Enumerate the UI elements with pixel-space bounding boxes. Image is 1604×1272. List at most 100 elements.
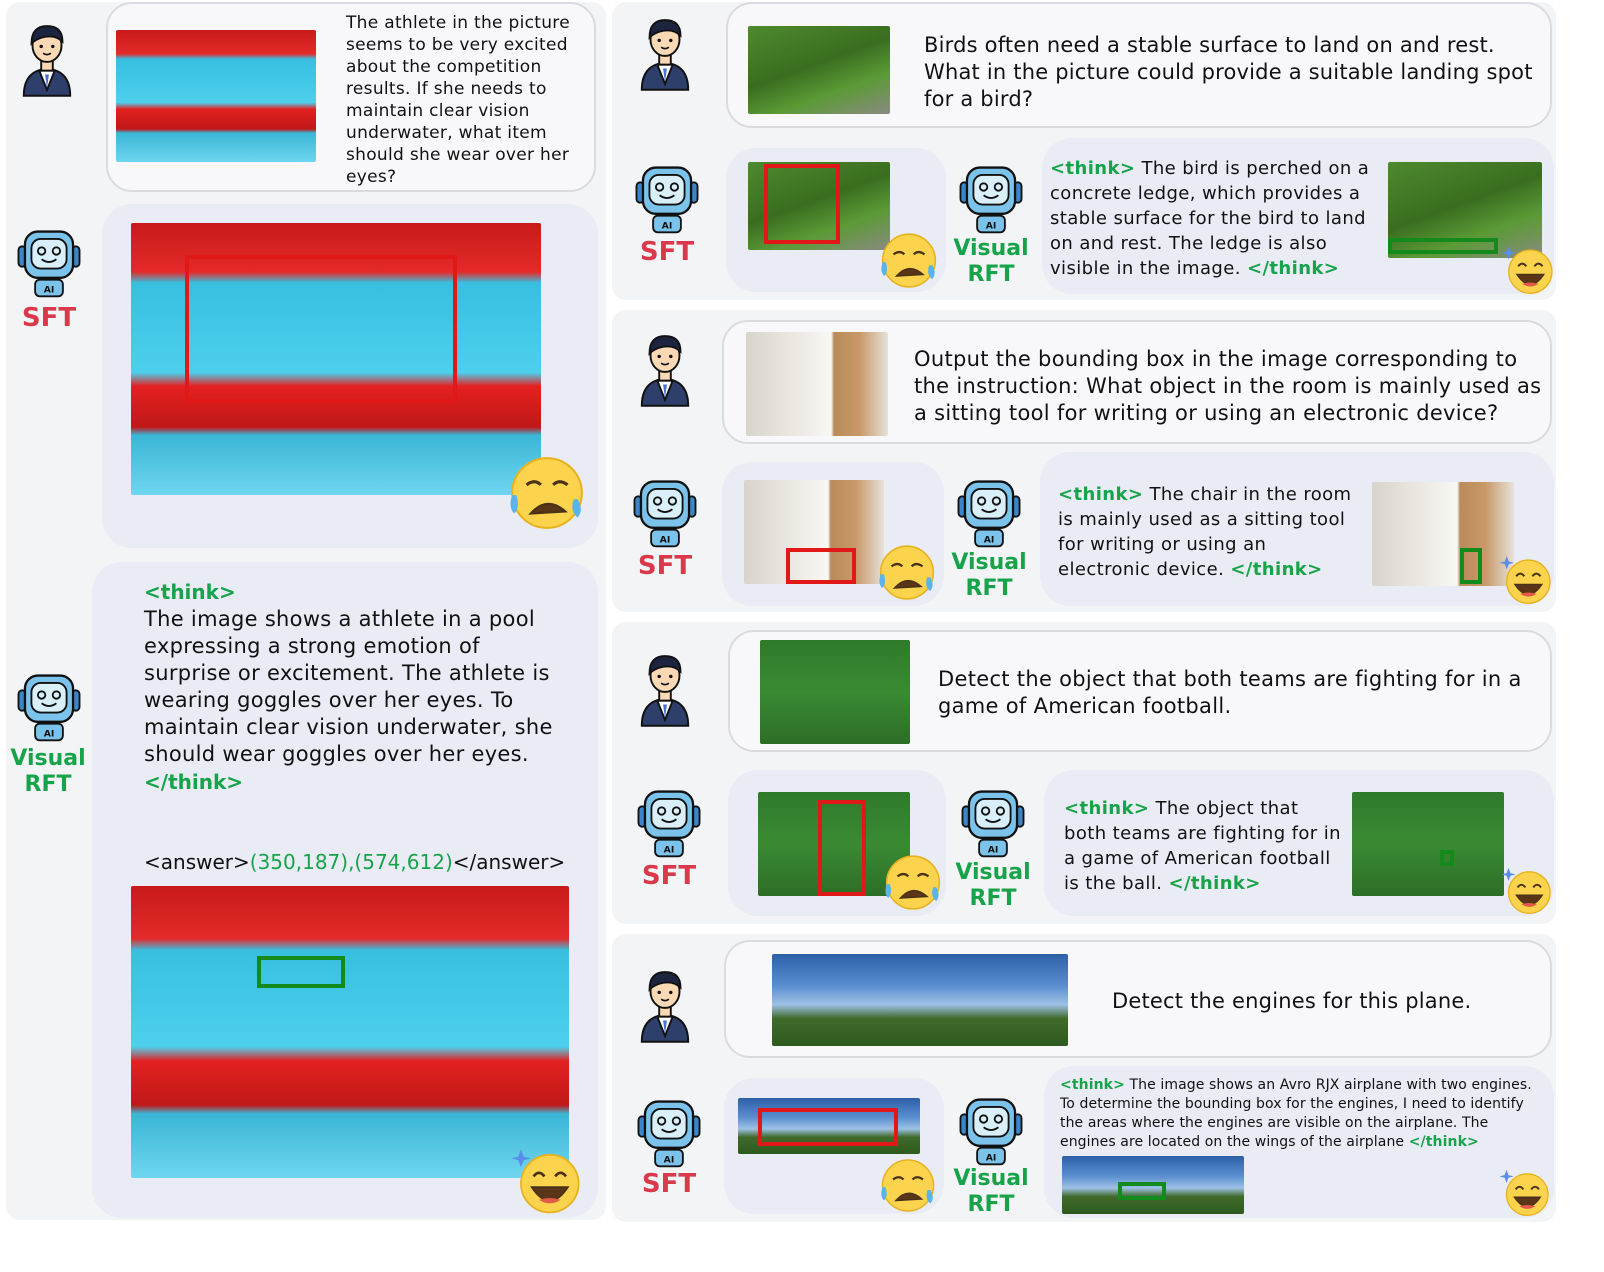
question-text: The athlete in the picture seems to be v… (346, 13, 570, 187)
question-text: Detect the engines for this plane. (1112, 989, 1472, 1013)
robot-avatar-icon (954, 1094, 1028, 1168)
visual-rft-label-line2: RFT (969, 886, 1017, 911)
crying-face-icon (506, 450, 588, 532)
visual-rft-label: Visual RFT (950, 860, 1036, 912)
sft-bounding-box (758, 1108, 898, 1146)
think-close-tag: </think> (1246, 258, 1340, 279)
laughing-face-icon (1500, 1166, 1552, 1218)
question-text: Output the bounding box in the image cor… (914, 347, 1542, 425)
user-avatar-icon (636, 648, 694, 730)
user-avatar-icon (636, 12, 694, 94)
visual-rft-label-line1: Visual (953, 1166, 1029, 1191)
rft-think-text: <think> The chair in the room is mainly … (1058, 482, 1362, 582)
think-open-tag: <think> (1050, 158, 1136, 179)
sft-label: SFT (641, 1169, 697, 1199)
user-avatar-icon (18, 18, 76, 100)
rft-answer-bubble: <think> The image shows a athlete in a p… (92, 562, 598, 1218)
laughing-face-icon (1500, 552, 1554, 606)
think-close-tag: </think> (1408, 1134, 1479, 1150)
think-close-tag: </think> (1168, 873, 1261, 894)
crying-face-icon (878, 228, 940, 290)
rft-bounding-box (1388, 238, 1498, 254)
visual-rft-label: Visual RFT (946, 550, 1032, 602)
sft-label: SFT (639, 237, 695, 267)
sft-label: SFT (641, 861, 697, 891)
question-bubble: Detect the object that both teams are fi… (728, 630, 1552, 752)
rft-answer-bubble: <think> The image shows an Avro RJX airp… (1044, 1066, 1554, 1218)
question-bubble: The athlete in the picture seems to be v… (106, 2, 596, 192)
answer-values: (350,187),(574,612) (249, 850, 453, 874)
think-open-tag: <think> (1064, 798, 1150, 819)
visual-rft-label-line2: RFT (967, 1192, 1015, 1217)
robot-avatar-icon (628, 476, 702, 550)
rft-bounding-box (257, 956, 345, 988)
robot-avatar-icon (12, 226, 86, 300)
plane-photo (772, 954, 1068, 1046)
question-text: Detect the object that both teams are fi… (938, 667, 1522, 718)
question-bubble: Birds often need a stable surface to lan… (726, 2, 1552, 128)
rft-bounding-box (1440, 850, 1454, 866)
bird-photo (748, 26, 890, 114)
user-avatar-icon (636, 964, 694, 1046)
visual-rft-label: Visual RFT (948, 236, 1034, 288)
robot-avatar-icon (952, 476, 1026, 550)
sft-bounding-box (185, 255, 457, 403)
crying-face-icon (878, 1154, 938, 1214)
robot-avatar-icon (954, 162, 1028, 236)
sft-label: SFT (21, 303, 77, 333)
think-open-tag: <think> (144, 580, 236, 604)
visual-rft-label-line2: RFT (967, 262, 1015, 287)
crying-face-icon (882, 850, 944, 912)
visual-rft-label-line1: Visual (955, 860, 1031, 885)
swimmer-photo (116, 30, 316, 162)
sft-answer-bubble (722, 462, 944, 606)
robot-avatar-icon (956, 786, 1030, 860)
room-photo-rft (1372, 482, 1514, 586)
rft-think-text: <think> The image shows an Avro RJX airp… (1060, 1076, 1544, 1152)
sft-answer-bubble (726, 148, 946, 292)
robot-avatar-icon (632, 786, 706, 860)
sft-bounding-box (786, 548, 856, 584)
rft-bounding-box (1460, 548, 1482, 584)
visual-rft-label-line1: Visual (951, 550, 1027, 575)
visual-rft-label: Visual RFT (948, 1166, 1034, 1218)
robot-avatar-icon (630, 162, 704, 236)
question-text: Birds often need a stable surface to lan… (924, 33, 1533, 111)
visual-rft-label: Visual RFT (6, 746, 90, 798)
question-bubble: Output the bounding box in the image cor… (722, 320, 1552, 444)
laughing-face-icon (512, 1144, 584, 1216)
robot-avatar-icon (12, 670, 86, 744)
answer-open-tag: <answer> (144, 850, 250, 874)
rft-bounding-box (1118, 1182, 1166, 1200)
room-photo (746, 332, 888, 436)
think-open-tag: <think> (1060, 1077, 1125, 1093)
visual-rft-label-line1: Visual (953, 236, 1029, 261)
sft-bounding-box (764, 164, 840, 244)
visual-rft-label-line2: RFT (24, 772, 72, 797)
crying-face-icon (876, 540, 938, 602)
sft-label: SFT (637, 551, 693, 581)
answer-line: <answer>(350,187),(574,612)</answer> (144, 850, 565, 874)
question-bubble: Detect the engines for this plane. (724, 940, 1552, 1058)
visual-rft-label-line2: RFT (965, 576, 1013, 601)
rft-think-text: <think> The object that both teams are f… (1064, 796, 1342, 896)
rft-answer-bubble: <think> The bird is perched on a concret… (1042, 138, 1554, 294)
laughing-face-icon (1502, 864, 1554, 916)
swimmer-photo-rft (131, 886, 569, 1178)
football-photo (760, 640, 910, 744)
rft-answer-bubble: <think> The chair in the room is mainly … (1040, 452, 1554, 606)
rft-think-text: <think> The bird is perched on a concret… (1050, 156, 1384, 281)
laughing-face-icon (1502, 242, 1556, 296)
football-photo-rft (1352, 792, 1504, 896)
sft-answer-bubble (728, 770, 946, 916)
robot-avatar-icon (632, 1096, 706, 1170)
rft-answer-bubble: <think> The object that both teams are f… (1044, 770, 1554, 916)
user-avatar-icon (636, 328, 694, 410)
visual-rft-label-line1: Visual (10, 746, 86, 771)
think-close-tag: </think> (144, 770, 244, 794)
think-close-tag: </think> (1230, 559, 1323, 580)
think-body: The image shows a athlete in a pool expr… (144, 607, 553, 766)
think-open-tag: <think> (1058, 484, 1144, 505)
sft-answer-bubble (724, 1078, 944, 1214)
sft-bounding-box (818, 800, 866, 896)
